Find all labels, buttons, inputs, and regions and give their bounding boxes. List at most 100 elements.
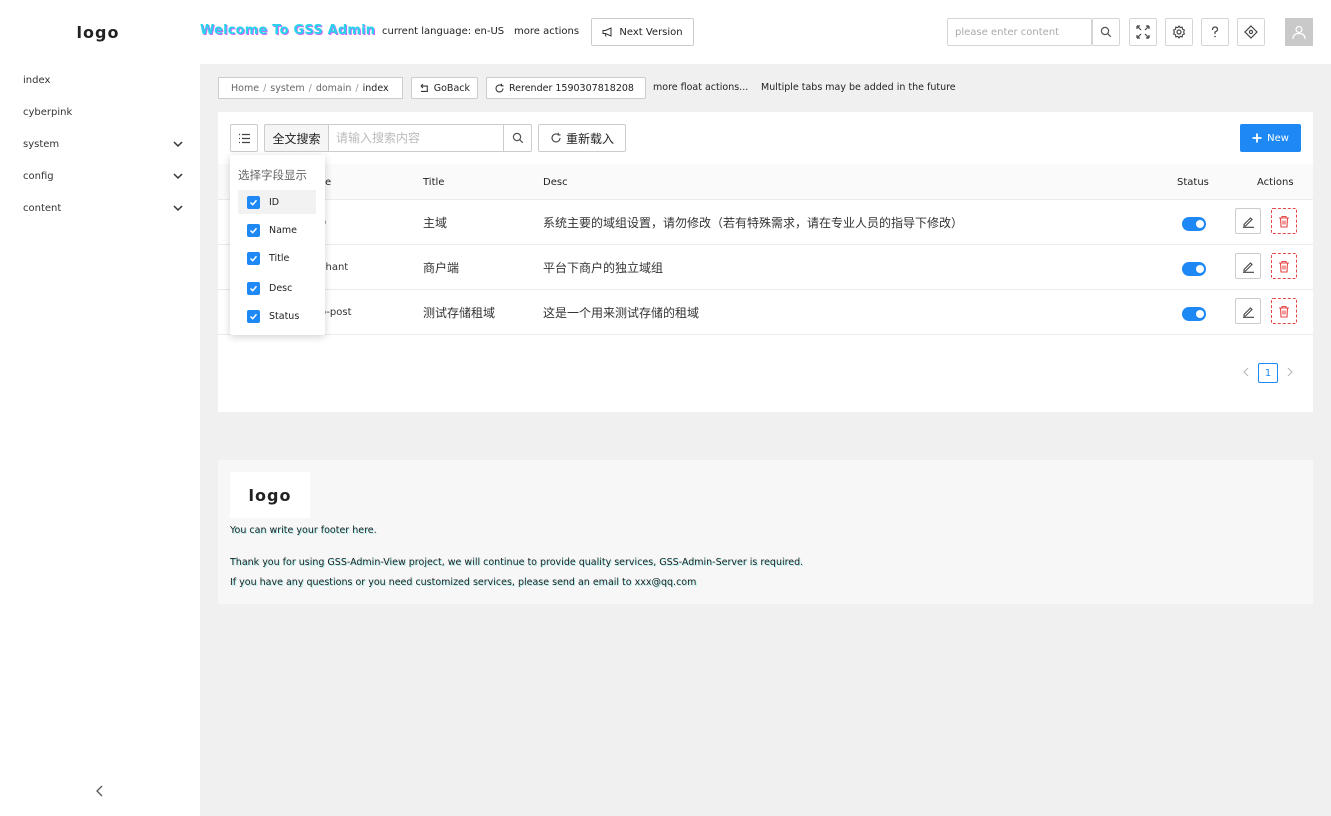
- column-header-status[interactable]: Status: [1177, 177, 1209, 188]
- trash-icon: [1279, 305, 1289, 318]
- chevron-left-icon[interactable]: [92, 783, 108, 799]
- column-option-title[interactable]: Title: [238, 246, 316, 270]
- edit-icon: [1242, 261, 1254, 273]
- edit-button[interactable]: [1235, 298, 1261, 324]
- checkbox-checked-icon[interactable]: [247, 195, 260, 209]
- new-button[interactable]: New: [1240, 124, 1301, 152]
- chevron-down-icon: [173, 205, 183, 212]
- sidebar-item-system[interactable]: system: [0, 133, 200, 155]
- cell-title: 主域: [423, 216, 448, 230]
- cell-title: 商户端: [423, 261, 460, 275]
- breadcrumb-current: index: [362, 82, 389, 94]
- locate-button[interactable]: [1237, 18, 1265, 46]
- help-button[interactable]: [1201, 18, 1229, 46]
- column-option-id[interactable]: ID: [238, 190, 316, 214]
- more-float-actions-link[interactable]: more float actions...: [653, 82, 748, 93]
- go-back-button[interactable]: GoBack: [411, 77, 478, 99]
- sidebar-item-cyberpink[interactable]: cyberpink: [0, 101, 200, 123]
- return-icon: [420, 83, 428, 92]
- column-header-title[interactable]: Title: [423, 177, 444, 188]
- status-toggle[interactable]: [1182, 217, 1206, 231]
- more-actions-link[interactable]: more actions: [514, 26, 579, 37]
- fullscreen-button[interactable]: [1129, 18, 1157, 46]
- search-scope-select[interactable]: 全文搜索: [264, 124, 328, 152]
- breadcrumb-home[interactable]: Home: [231, 83, 259, 94]
- new-label: New: [1267, 132, 1289, 144]
- edit-button[interactable]: [1235, 208, 1261, 234]
- search-icon: [1100, 26, 1112, 38]
- edit-button[interactable]: [1235, 253, 1261, 279]
- column-option-label: ID: [269, 196, 280, 208]
- table-card: 全文搜索 重新载入 New e Title Desc Status Action…: [218, 112, 1313, 412]
- footer-line-2: Thank you for using GSS-Admin-View proje…: [230, 557, 804, 568]
- checkbox-checked-icon[interactable]: [247, 251, 260, 265]
- header-search-input[interactable]: [947, 18, 1092, 46]
- table-row: o 主域 系统主要的域组设置，请勿修改（若有特殊需求，请在专业人员的指导下修改）: [218, 200, 1313, 245]
- table-search-group: 全文搜索: [264, 124, 532, 152]
- status-toggle[interactable]: [1182, 262, 1206, 276]
- column-option-label: Desc: [269, 282, 293, 294]
- column-option-desc[interactable]: Desc: [238, 276, 316, 300]
- cell-desc: 这是一个用来测试存储的租域: [543, 306, 700, 320]
- table-header: e Title Desc Status Actions: [218, 164, 1313, 200]
- sidebar-item-config[interactable]: config: [0, 165, 200, 187]
- delete-button[interactable]: [1271, 208, 1297, 234]
- header: Welcome To GSS Admin current language: e…: [200, 0, 1331, 64]
- rerender-button[interactable]: Rerender 1590307818208: [486, 77, 646, 99]
- user-avatar[interactable]: [1285, 18, 1313, 46]
- reload-label: 重新载入: [565, 131, 614, 146]
- trash-icon: [1279, 260, 1289, 273]
- pagination-prev-icon[interactable]: [1238, 364, 1254, 380]
- settings-icon: [1172, 25, 1186, 39]
- language-indicator[interactable]: current language: en-US: [382, 26, 504, 37]
- trash-icon: [1279, 215, 1289, 228]
- cell-desc: 平台下商户的独立域组: [543, 261, 664, 275]
- column-option-label: Title: [269, 252, 290, 264]
- next-version-button[interactable]: Next Version: [591, 18, 694, 46]
- checkbox-checked-icon[interactable]: [247, 223, 260, 237]
- fullscreen-icon: [1136, 25, 1150, 39]
- locate-icon: [1244, 25, 1258, 39]
- settings-button[interactable]: [1165, 18, 1193, 46]
- pagination-page[interactable]: 1: [1258, 363, 1278, 383]
- megaphone-icon: [602, 27, 612, 37]
- column-header-desc[interactable]: Desc: [543, 177, 568, 188]
- sidebar-item-index[interactable]: index: [0, 69, 200, 91]
- search-icon: [512, 132, 523, 144]
- reload-button[interactable]: 重新载入: [538, 124, 626, 152]
- column-option-name[interactable]: Name: [238, 218, 316, 242]
- footer: logo You can write your footer here. Tha…: [218, 460, 1313, 604]
- sidebar-item-label: cyberpink: [23, 106, 73, 118]
- column-option-status[interactable]: Status: [238, 304, 316, 328]
- sidebar-item-label: config: [23, 170, 54, 182]
- column-picker-toggle[interactable]: [230, 124, 258, 152]
- checkbox-checked-icon[interactable]: [247, 281, 260, 295]
- table-row: chant 商户端 平台下商户的独立域组: [218, 245, 1313, 290]
- breadcrumb-domain[interactable]: domain: [316, 83, 352, 94]
- welcome-title: Welcome To GSS Admin: [200, 23, 376, 38]
- footer-line-1: You can write your footer here.: [230, 525, 377, 536]
- rerender-label: Rerender 1590307818208: [509, 82, 634, 94]
- status-toggle[interactable]: [1182, 307, 1206, 321]
- cell-desc: 系统主要的域组设置，请勿修改（若有特殊需求，请在专业人员的指导下修改）: [543, 216, 964, 230]
- chevron-down-icon: [173, 173, 183, 180]
- tabs-note: Multiple tabs may be added in the future: [761, 82, 956, 93]
- pagination-next-icon[interactable]: [1282, 364, 1298, 380]
- checkbox-checked-icon[interactable]: [247, 309, 260, 323]
- list-icon: [238, 133, 250, 143]
- refresh-icon: [495, 83, 504, 92]
- refresh-icon: [551, 132, 561, 143]
- column-header-actions: Actions: [1257, 177, 1294, 188]
- table-search-button[interactable]: [504, 124, 532, 152]
- header-search-button[interactable]: [1092, 18, 1120, 46]
- breadcrumb-system[interactable]: system: [270, 83, 304, 94]
- table-search-input[interactable]: [328, 124, 504, 152]
- sidebar-logo: logo: [60, 12, 136, 52]
- go-back-label: GoBack: [433, 82, 470, 94]
- sidebar: logo index cyberpink system config conte…: [0, 0, 200, 816]
- column-header-name[interactable]: e: [325, 177, 331, 188]
- delete-button[interactable]: [1271, 253, 1297, 279]
- delete-button[interactable]: [1271, 298, 1297, 324]
- sidebar-item-content[interactable]: content: [0, 197, 200, 219]
- sidebar-item-label: system: [23, 138, 60, 150]
